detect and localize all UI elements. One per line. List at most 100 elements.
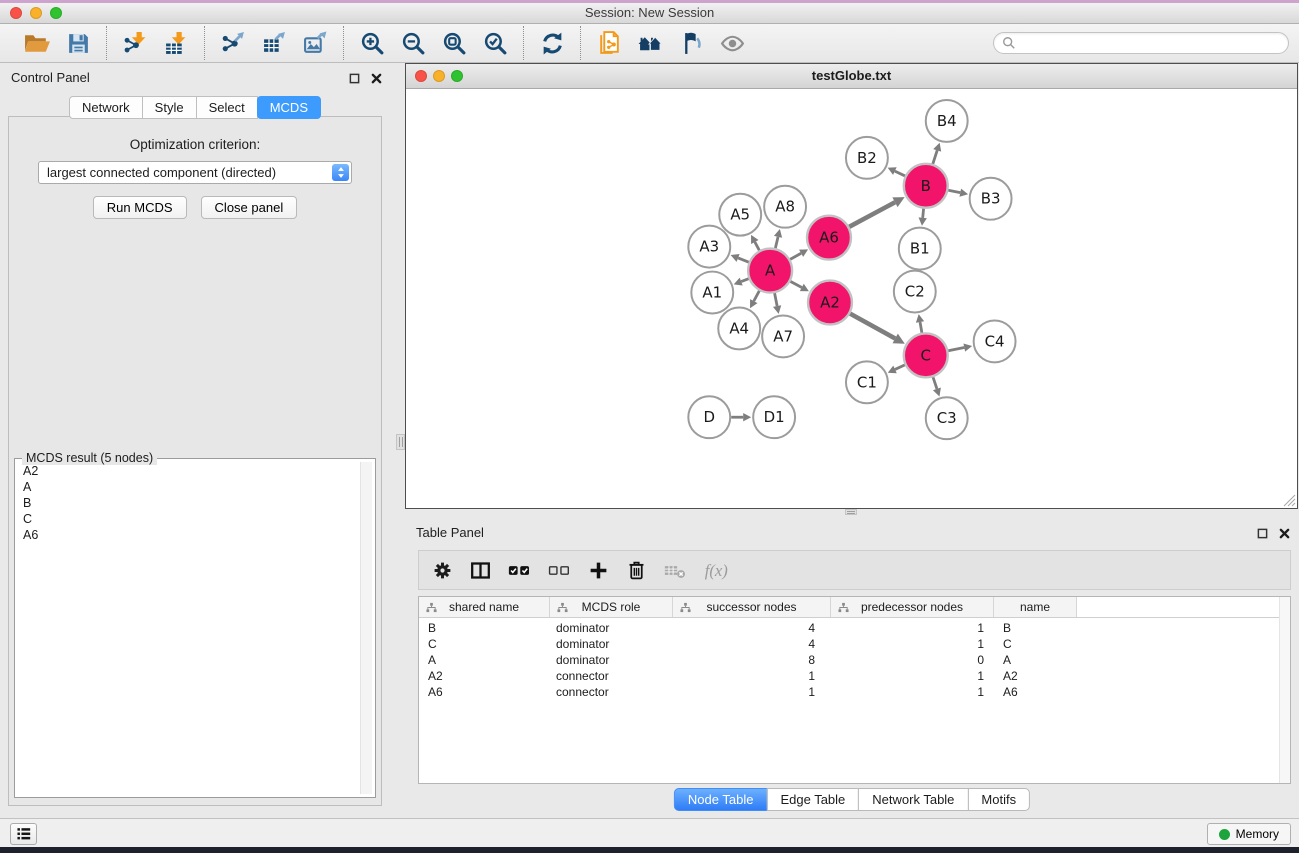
tab-motifs[interactable]: Motifs <box>967 788 1030 811</box>
graph-edge-C-C3[interactable] <box>933 377 941 396</box>
table-scrollbar[interactable] <box>1279 597 1290 783</box>
open-folder-button[interactable] <box>21 27 53 59</box>
float-panel-button[interactable] <box>347 71 361 85</box>
export-table-button[interactable] <box>258 27 290 59</box>
new-network-button[interactable] <box>593 27 625 59</box>
graph-node-D1[interactable]: D1 <box>753 396 795 438</box>
tab-select[interactable]: Select <box>196 96 258 119</box>
table-row[interactable]: Adominator80A <box>419 652 1290 668</box>
table-row[interactable]: Bdominator41B <box>419 620 1290 636</box>
graph-node-A8[interactable]: A8 <box>764 186 806 228</box>
table-row[interactable]: A2connector11A2 <box>419 668 1290 684</box>
tab-network-table[interactable]: Network Table <box>858 788 968 811</box>
gear-button[interactable] <box>432 560 453 581</box>
export-network-button[interactable] <box>217 27 249 59</box>
table-row[interactable]: Cdominator41C <box>419 636 1290 652</box>
network-minimize-button[interactable] <box>433 70 445 82</box>
split-view-button[interactable] <box>470 560 491 581</box>
memory-button[interactable]: Memory <box>1207 823 1291 845</box>
graph-edge-A-A2[interactable] <box>790 281 808 291</box>
graph-node-A3[interactable]: A3 <box>688 226 730 268</box>
graph-node-B3[interactable]: B3 <box>970 178 1012 220</box>
criterion-select[interactable]: largest connected component (directed) <box>38 161 352 184</box>
traffic-close-button[interactable] <box>10 7 22 19</box>
graph-node-A4[interactable]: A4 <box>718 307 760 349</box>
result-item[interactable]: A <box>18 479 357 495</box>
graph-node-B1[interactable]: B1 <box>899 228 941 270</box>
select-all-button[interactable] <box>508 560 531 581</box>
export-image-button[interactable] <box>299 27 331 59</box>
hide-details-button[interactable] <box>675 27 707 59</box>
graph-node-A2[interactable]: A2 <box>808 281 852 325</box>
graph-edge-A-A3[interactable] <box>731 254 749 262</box>
network-zoom-button[interactable] <box>451 70 463 82</box>
graph-edge-D-D1[interactable] <box>731 413 751 421</box>
graph-edge-B-B3[interactable] <box>948 189 968 197</box>
deselect-all-button[interactable] <box>548 560 571 581</box>
graph-node-D[interactable]: D <box>688 396 730 438</box>
traffic-minimize-button[interactable] <box>30 7 42 19</box>
traffic-zoom-button[interactable] <box>50 7 62 19</box>
tab-network[interactable]: Network <box>69 96 143 119</box>
graph-edge-A-A6[interactable] <box>790 249 808 259</box>
float-table-panel-button[interactable] <box>1255 526 1269 540</box>
graph-node-A[interactable]: A <box>748 249 792 293</box>
result-item[interactable]: B <box>18 495 357 511</box>
graph-edge-B-B1[interactable] <box>919 209 927 226</box>
graph-edge-A2-C[interactable] <box>850 314 905 344</box>
column-header-successor-nodes[interactable]: successor nodes <box>673 597 831 617</box>
graph-edge-A-A1[interactable] <box>734 278 749 286</box>
resize-grip-icon[interactable] <box>1283 494 1296 507</box>
column-header-shared-name[interactable]: shared name <box>419 597 550 617</box>
graph-edge-C-C1[interactable] <box>888 365 905 373</box>
graph-edge-C-C2[interactable] <box>916 314 924 333</box>
graph-edge-A6-B[interactable] <box>849 197 904 227</box>
table-row[interactable]: A6connector11A6 <box>419 684 1290 700</box>
graph-node-C3[interactable]: C3 <box>926 397 968 439</box>
graph-node-B4[interactable]: B4 <box>926 100 968 142</box>
graph-node-B[interactable]: B <box>904 164 948 208</box>
graph-node-A1[interactable]: A1 <box>691 272 733 314</box>
graph-node-C2[interactable]: C2 <box>894 271 936 313</box>
graph-node-A6[interactable]: A6 <box>807 216 851 260</box>
import-network-button[interactable] <box>119 27 151 59</box>
graph-node-C1[interactable]: C1 <box>846 361 888 403</box>
tab-mcds[interactable]: MCDS <box>257 96 321 119</box>
add-button[interactable] <box>588 560 609 581</box>
vertical-splitter-grip[interactable] <box>396 434 405 450</box>
search-box[interactable] <box>993 32 1289 54</box>
column-header-predecessor-nodes[interactable]: predecessor nodes <box>831 597 994 617</box>
graph-edge-A-A7[interactable] <box>773 293 781 314</box>
network-canvas[interactable]: A A1 A2 A3 A4 A5 A6 A7 A8 B B1 B2 B3B4 C C1 C2 C3C4 D D1 <box>406 89 1297 508</box>
column-header-name[interactable]: name <box>994 597 1077 617</box>
result-scrollbar[interactable] <box>360 462 372 794</box>
close-mcds-panel-button[interactable]: Close panel <box>201 196 298 219</box>
graph-node-C4[interactable]: C4 <box>974 320 1016 362</box>
graph-node-B2[interactable]: B2 <box>846 137 888 179</box>
search-input[interactable] <box>1016 36 1280 51</box>
home-button[interactable] <box>634 27 666 59</box>
graph-node-A5[interactable]: A5 <box>719 194 761 236</box>
graph-edge-B-B2[interactable] <box>888 167 905 176</box>
column-header-MCDS-role[interactable]: MCDS role <box>550 597 673 617</box>
graph-node-A7[interactable]: A7 <box>762 315 804 357</box>
zoom-out-button[interactable] <box>397 27 429 59</box>
close-table-panel-button[interactable] <box>1277 526 1291 540</box>
graph-edge-A-A8[interactable] <box>774 229 782 248</box>
network-window-titlebar[interactable]: testGlobe.txt <box>406 64 1297 89</box>
graph-edge-B-B4[interactable] <box>933 143 941 164</box>
tab-style[interactable]: Style <box>142 96 197 119</box>
close-panel-button[interactable] <box>369 71 383 85</box>
graph-node-C[interactable]: C <box>904 333 948 377</box>
zoom-in-button[interactable] <box>356 27 388 59</box>
zoom-fit-button[interactable] <box>438 27 470 59</box>
horizontal-splitter-grip[interactable] <box>845 509 857 515</box>
run-mcds-button[interactable]: Run MCDS <box>93 196 187 219</box>
network-close-button[interactable] <box>415 70 427 82</box>
save-button[interactable] <box>62 27 94 59</box>
delete-button[interactable] <box>626 560 647 581</box>
panel-selector-button[interactable] <box>10 823 37 845</box>
tab-edge-table[interactable]: Edge Table <box>766 788 859 811</box>
import-table-button[interactable] <box>160 27 192 59</box>
graph-edge-A-A5[interactable] <box>751 235 759 250</box>
